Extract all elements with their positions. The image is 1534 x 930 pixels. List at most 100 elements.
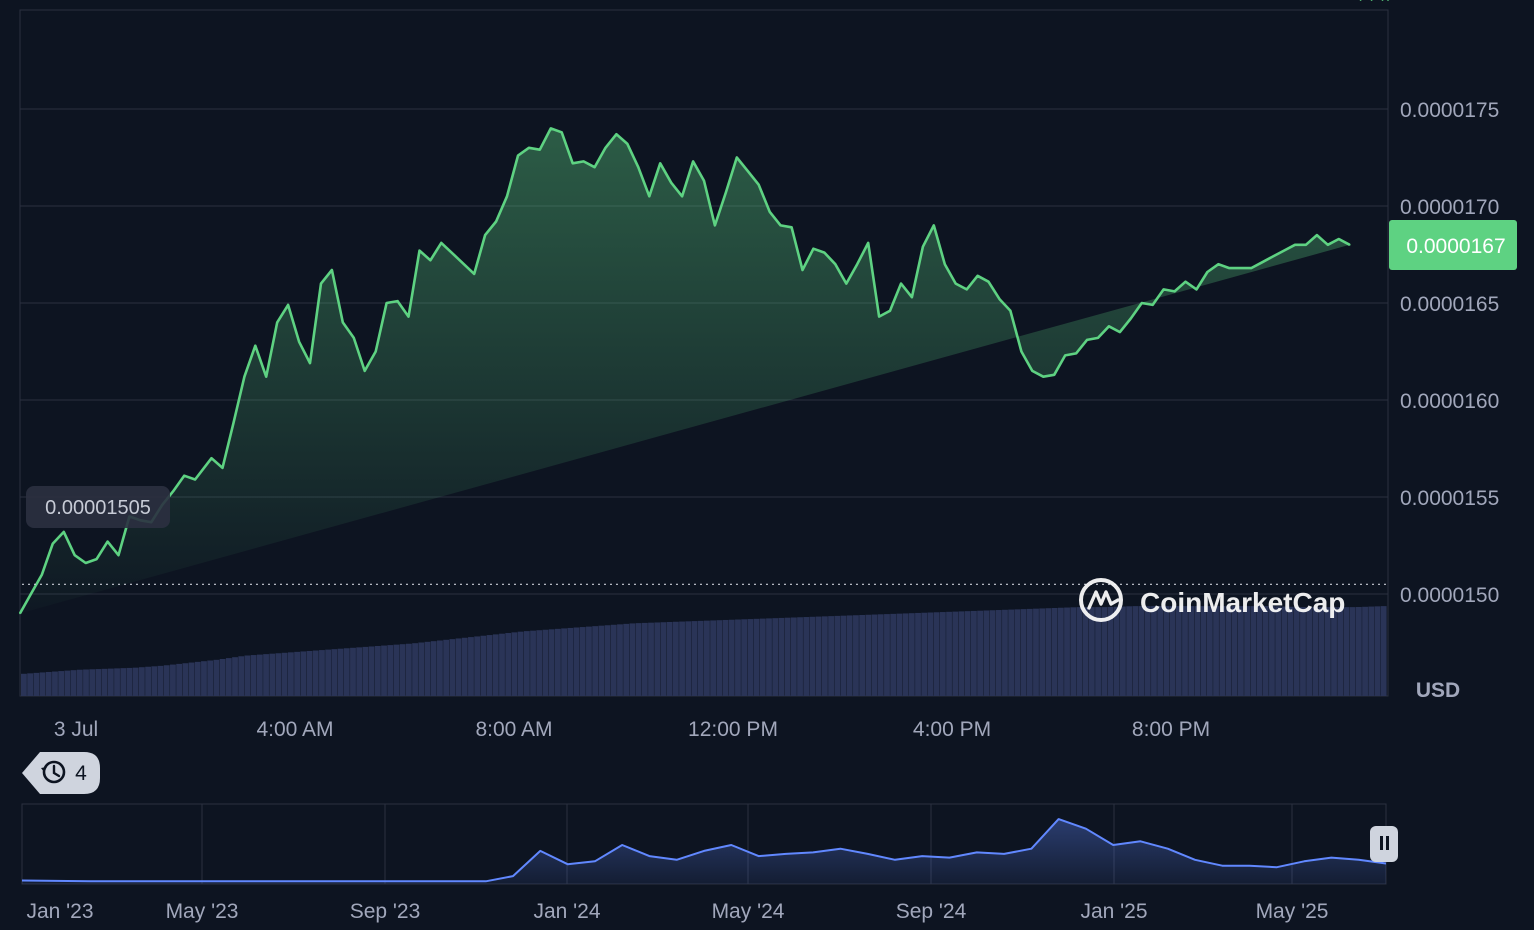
price-point <box>1173 290 1176 293</box>
price-point <box>1097 337 1099 339</box>
volume-bar <box>1318 607 1325 696</box>
y-tick-label: 0.0000150 <box>1400 584 1499 607</box>
navigator-tick-label: Sep '24 <box>896 900 967 923</box>
navigator-tick-label: May '23 <box>166 900 239 923</box>
navigator-handle[interactable] <box>1370 826 1398 862</box>
price-point <box>1228 267 1231 269</box>
volume-bar <box>871 614 878 696</box>
volume-bar <box>1244 606 1250 696</box>
price-point <box>582 160 585 163</box>
volume-bar <box>232 657 238 696</box>
volume-bar <box>635 623 642 696</box>
volume-bar <box>325 649 332 696</box>
volume-bar <box>1281 606 1288 696</box>
price-point <box>172 490 175 493</box>
volume-bar <box>163 665 170 696</box>
volume-bar <box>623 623 630 696</box>
price-point <box>1250 267 1253 269</box>
volume-bar <box>430 641 437 696</box>
price-point <box>41 573 43 576</box>
volume-bar <box>989 610 996 696</box>
volume-bar <box>933 612 940 696</box>
volume-bar <box>896 613 903 696</box>
range-history-button[interactable]: 4 <box>22 752 100 794</box>
price-point <box>593 166 596 169</box>
volume-bar <box>902 613 909 696</box>
volume-bar <box>554 628 561 696</box>
volume-bar <box>530 630 536 696</box>
price-point <box>735 156 738 159</box>
price-point <box>1294 243 1296 246</box>
x-tick-label: 3 Jul <box>54 718 98 741</box>
price-point <box>1326 243 1329 246</box>
price-point <box>1316 234 1318 237</box>
price-point <box>396 300 399 302</box>
volume-bar <box>1039 608 1046 696</box>
volume-bar <box>716 620 723 696</box>
price-point <box>287 304 289 306</box>
volume-bar <box>238 656 245 696</box>
price-point <box>117 554 120 557</box>
price-point <box>331 269 333 271</box>
volume-bar <box>1151 606 1157 696</box>
volume-bar <box>815 616 822 696</box>
price-point <box>473 273 476 275</box>
volume-bar <box>52 671 58 696</box>
volume-bar <box>319 650 325 696</box>
volume-bar <box>83 669 89 696</box>
price-point <box>812 247 815 250</box>
volume-bar <box>586 626 592 696</box>
price-area-fill <box>20 128 1350 614</box>
price-point <box>845 282 848 285</box>
volume-bar <box>492 634 499 696</box>
x-tick-label: 12:00 PM <box>688 718 778 741</box>
volume-bar <box>39 672 46 696</box>
volume-bar <box>821 616 828 696</box>
volume-bar <box>648 622 654 696</box>
price-point <box>922 245 924 248</box>
price-point <box>746 170 749 173</box>
price-point <box>1184 280 1187 283</box>
volume-bar <box>1355 607 1362 696</box>
volume-bar <box>741 619 748 696</box>
volume-bar <box>1163 606 1170 696</box>
price-point <box>681 195 683 198</box>
price-point <box>1064 354 1067 357</box>
x-tick-label: 4:00 PM <box>913 718 991 741</box>
volume-bar <box>952 611 959 696</box>
volume-bar <box>859 614 866 696</box>
price-point <box>363 370 366 372</box>
volume-bar <box>561 628 567 696</box>
volume-bar <box>654 622 661 696</box>
volume-bar <box>1362 606 1368 696</box>
open-price-tag: 0.00001505 <box>26 486 170 528</box>
volume-bar <box>27 673 34 696</box>
volume-bar <box>393 644 400 696</box>
volume-bar <box>356 647 363 696</box>
volume-bar <box>828 616 834 696</box>
volume-bar <box>443 639 450 696</box>
volume-bar <box>1293 606 1300 696</box>
volume-bar <box>120 668 127 696</box>
price-point <box>183 474 186 477</box>
range-navigator[interactable]: Jan '23 May '23 Sep '23 Jan '24 May '24 Sep '… <box>21 803 1398 923</box>
open-price-label: 0.00001505 <box>45 497 151 519</box>
volume-bar <box>132 667 139 696</box>
price-point <box>62 531 65 533</box>
price-point <box>1053 373 1056 376</box>
price-point <box>1381 0 1384 1</box>
volume-bar <box>1126 606 1133 696</box>
volume-bar <box>517 631 524 696</box>
volume-bar <box>722 619 729 696</box>
volume-bar <box>834 615 841 696</box>
volume-bar <box>1231 606 1238 696</box>
volume-bar <box>766 618 772 696</box>
volume-bar <box>691 621 698 696</box>
volume-bar <box>1368 606 1375 696</box>
price-point <box>221 467 224 469</box>
price-point <box>757 183 760 186</box>
price-point <box>374 350 377 353</box>
volume-bar <box>846 615 853 696</box>
volume-bar <box>499 633 505 696</box>
volume-bar <box>1082 607 1089 696</box>
